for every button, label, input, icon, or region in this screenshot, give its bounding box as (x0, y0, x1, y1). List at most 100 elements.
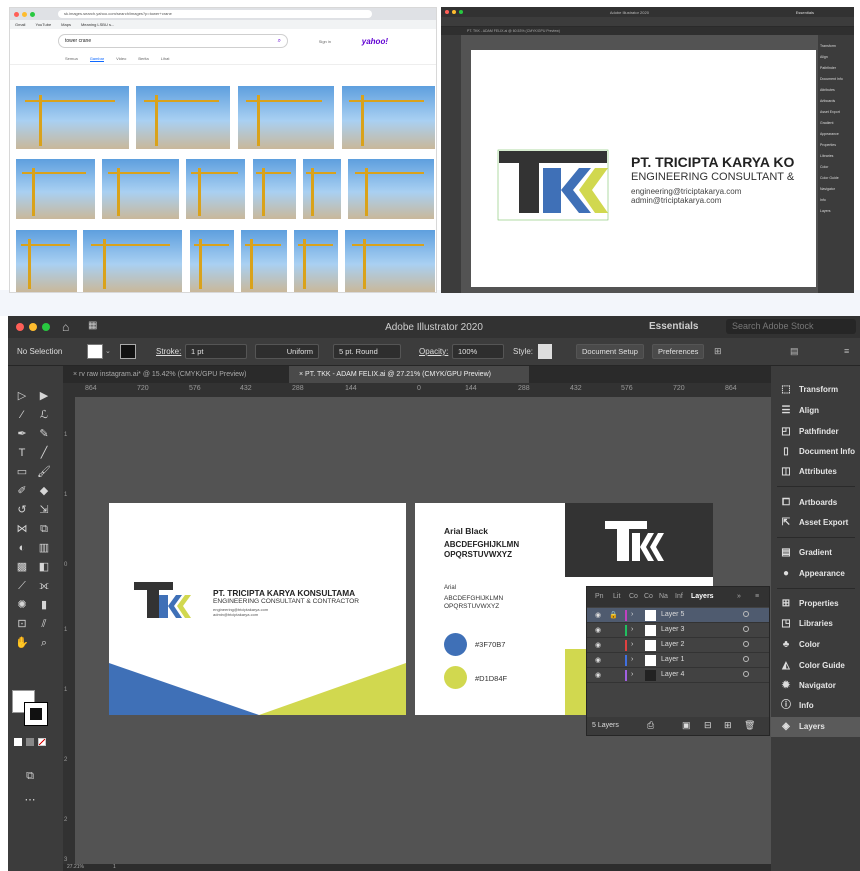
expand-icon[interactable]: » (737, 593, 741, 600)
panel-menu-icon[interactable]: ≡ (755, 593, 759, 600)
gradient-mode-icon[interactable] (26, 738, 34, 746)
mini-panel-item[interactable]: Properties (820, 140, 852, 151)
artboard-icon[interactable]: ⊡ (14, 616, 30, 632)
visibility-eye-icon[interactable]: ◉ (595, 611, 601, 619)
type-icon[interactable]: T (14, 445, 30, 461)
direct-selection-icon[interactable]: ▷ (14, 388, 30, 404)
visibility-eye-icon[interactable]: ◉ (595, 641, 601, 649)
close-dot-icon[interactable] (445, 10, 449, 14)
graphic-style-swatch[interactable] (538, 344, 552, 359)
panel-pathfinder[interactable]: ◰ Pathfinder (771, 422, 860, 442)
expand-arrow-icon[interactable]: › (631, 611, 633, 618)
image-result[interactable] (190, 230, 234, 292)
export-icon[interactable]: ⎙ (647, 720, 654, 731)
blend-icon[interactable]: ⟗ (36, 578, 52, 594)
trash-icon[interactable]: 🗑 (744, 720, 755, 731)
panel-attributes[interactable]: ◫ Attributes (771, 462, 860, 482)
url-bar[interactable]: sk.images.search.yahoo.com/search/images… (58, 10, 372, 18)
line-icon[interactable]: ╱ (36, 445, 52, 461)
mini-panel-item[interactable]: Pathfinder (820, 63, 852, 74)
mini-panel-item[interactable]: Color (820, 162, 852, 173)
bookmark-item[interactable]: Gmail (15, 20, 25, 29)
tab-all[interactable]: Semua (65, 56, 78, 61)
visibility-eye-icon[interactable]: ◉ (595, 626, 601, 634)
tab-video[interactable]: Video (116, 56, 126, 61)
panel-tab[interactable]: Lit (613, 593, 620, 600)
minimize-dot-icon[interactable] (452, 10, 456, 14)
tab-more[interactable]: Lihat (161, 56, 170, 61)
maximize-dot-icon[interactable] (459, 10, 463, 14)
selection-icon[interactable]: ▶ (36, 388, 52, 404)
new-sublayer-icon[interactable]: ⊟ (704, 720, 712, 731)
panel-tab-layers[interactable]: Layers (691, 593, 714, 600)
color-mode-icon[interactable] (14, 738, 22, 746)
workspace-switcher[interactable]: Essentials (649, 321, 698, 332)
expand-arrow-icon[interactable]: › (631, 671, 633, 678)
expand-arrow-icon[interactable]: › (631, 641, 633, 648)
new-layer-icon[interactable]: ⊞ (724, 720, 732, 731)
layer-row[interactable]: ◉ 🔒 › Layer 5 (587, 608, 769, 623)
more-tools-icon[interactable]: ⋯ (22, 792, 38, 808)
maximize-dot-icon[interactable] (30, 11, 35, 17)
panel-transform[interactable]: ⬚ Transform (771, 380, 860, 400)
image-result[interactable] (16, 86, 129, 149)
panel-document-info[interactable]: ▯ Document Info (771, 442, 860, 462)
curvature-icon[interactable]: ✎ (36, 426, 52, 442)
panel-tab[interactable]: Na (659, 593, 668, 600)
expand-arrow-icon[interactable]: › (631, 656, 633, 663)
shape-builder-icon[interactable]: ◐ (14, 540, 30, 556)
mini-panel-item[interactable]: Layers (820, 206, 852, 217)
clipping-mask-icon[interactable]: ▣ (682, 720, 691, 731)
lasso-icon[interactable]: ℒ (36, 407, 52, 423)
artboard-front[interactable]: PT. TRICIPTA KARYA KONSULTAMA ENGINEERIN… (109, 503, 406, 715)
mini-workspace[interactable]: Essentials (796, 10, 814, 15)
menu-icon[interactable]: ≡ (844, 346, 849, 356)
brush-definition[interactable]: 5 pt. Round (333, 344, 401, 359)
mini-panel-item[interactable]: Gradient (820, 118, 852, 129)
search-input[interactable]: tower crane ⌕ (58, 34, 288, 48)
zoom-level[interactable]: 27.21% (67, 864, 84, 870)
stroke-color-icon[interactable] (24, 702, 48, 726)
panel-align[interactable]: ☰ Align (771, 401, 860, 421)
mini-panel-item[interactable]: Appearance (820, 129, 852, 140)
perspective-grid-icon[interactable]: ▥ (36, 540, 52, 556)
panel-tab[interactable]: Inf (675, 593, 683, 600)
visibility-eye-icon[interactable]: ◉ (595, 656, 601, 664)
image-result[interactable] (16, 230, 77, 292)
mini-panel-item[interactable]: Document Info (820, 74, 852, 85)
bookmark-item[interactable]: Maps (61, 20, 71, 29)
target-icon[interactable] (743, 611, 749, 617)
mini-panel-item[interactable]: Asset Export (820, 107, 852, 118)
lock-icon[interactable]: 🔒 (609, 611, 618, 619)
panel-tab[interactable]: Co (644, 593, 653, 600)
search-icon[interactable]: ⌕ (278, 35, 281, 47)
stroke-label[interactable]: Stroke: (156, 347, 181, 356)
bookmark-item[interactable]: Meaning LSBU s... (81, 20, 114, 29)
image-result[interactable] (83, 230, 182, 292)
image-result[interactable] (241, 230, 287, 292)
image-result[interactable] (303, 159, 341, 219)
target-icon[interactable] (743, 641, 749, 647)
panel-properties[interactable]: ⊞ Properties (771, 594, 860, 614)
panel-asset-export[interactable]: ⇱ Asset Export (771, 513, 860, 533)
hand-icon[interactable]: ✋ (14, 635, 30, 651)
sign-in-link[interactable]: Sign in (319, 39, 331, 44)
bookmark-item[interactable]: YouTube (35, 20, 51, 29)
pen-icon[interactable]: ✒ (14, 426, 30, 442)
expand-arrow-icon[interactable]: › (631, 626, 633, 633)
column-graph-icon[interactable]: ▮ (36, 597, 52, 613)
mini-panel-item[interactable]: Navigator (820, 184, 852, 195)
gradient-icon[interactable]: ◧ (36, 559, 52, 575)
panel-navigator[interactable]: ✹ Navigator (771, 676, 860, 696)
mini-panel-item[interactable]: Artboards (820, 96, 852, 107)
eraser-icon[interactable]: ◆ (36, 483, 52, 499)
layer-row[interactable]: ◉ › Layer 4 (587, 668, 769, 683)
mesh-icon[interactable]: ▩ (14, 559, 30, 575)
layer-row[interactable]: ◉ › Layer 1 (587, 653, 769, 668)
image-result[interactable] (345, 230, 435, 292)
none-mode-icon[interactable] (38, 738, 46, 746)
panel-tab[interactable]: Co (629, 593, 638, 600)
shaper-icon[interactable]: ✐ (14, 483, 30, 499)
image-result[interactable] (294, 230, 338, 292)
scale-icon[interactable]: ⇲ (36, 502, 52, 518)
